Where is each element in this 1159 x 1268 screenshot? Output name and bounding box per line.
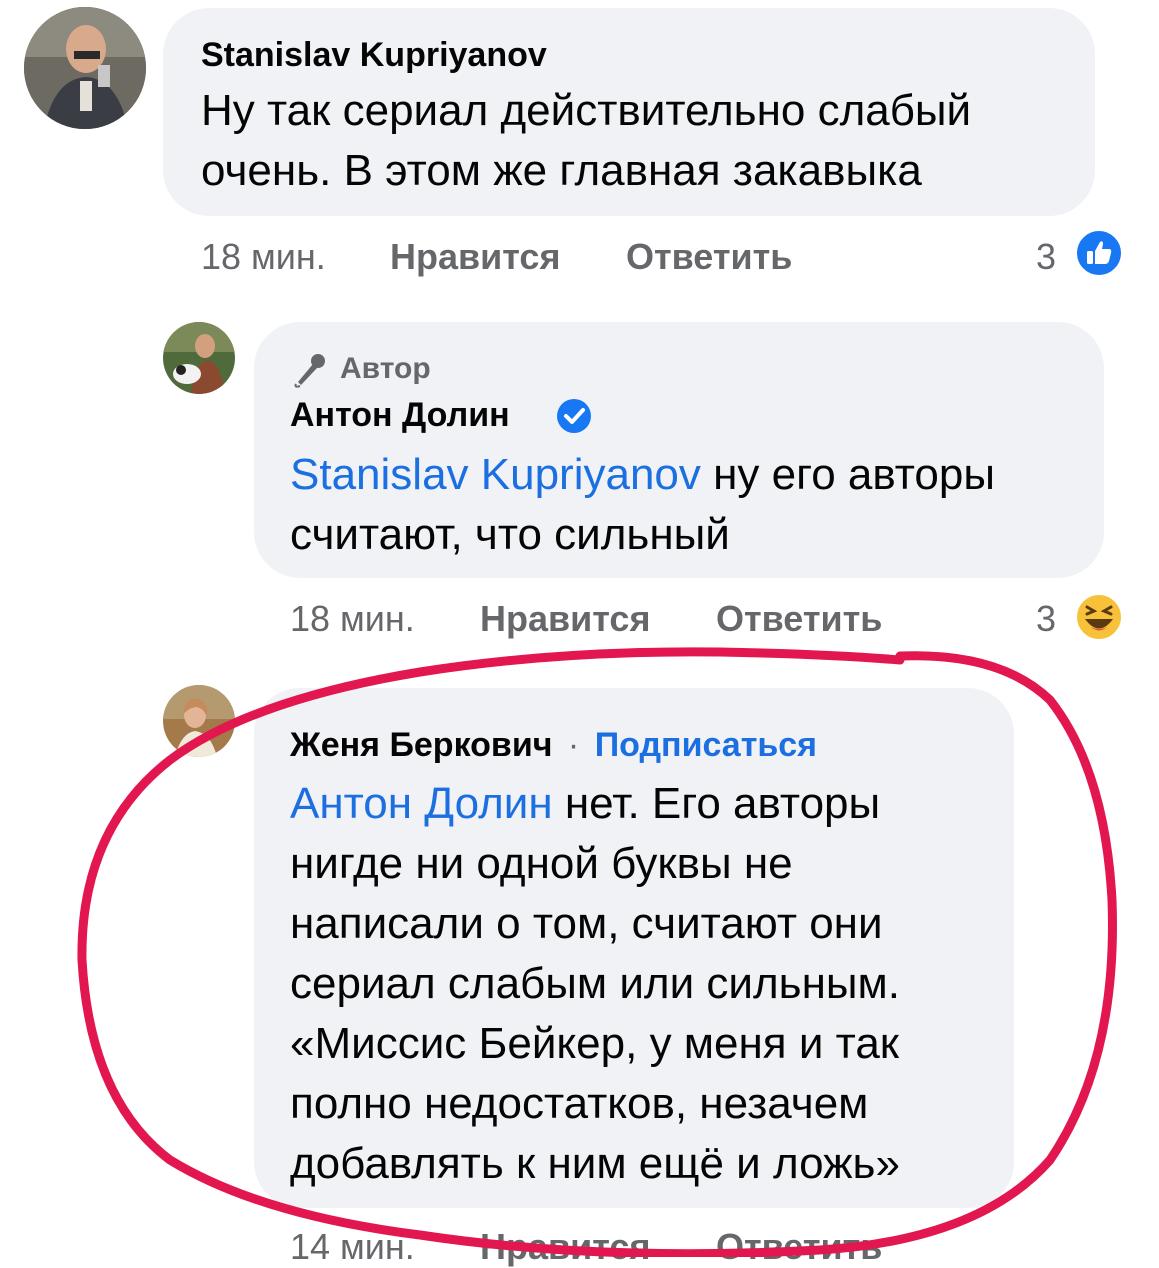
comment-timestamp[interactable]: 18 мин. [201,236,326,278]
comment-text-line: считают, что сильный [290,510,730,559]
avatar[interactable] [163,322,235,394]
comment-text-line: написали о том, считают они [290,899,883,948]
comment-text-line: Ну так сериал действительно слабый [201,86,972,135]
author-badge-label: Автор [340,352,431,385]
comment-text-line: «Миссис Бейкер, у меня и так [290,1019,900,1068]
comment-text-line: очень. В этом же главная закавыка [201,146,922,195]
comment-text-line: полно недостатков, незачем [290,1079,869,1128]
follow-button[interactable]: Подписаться [595,726,817,764]
comment-author[interactable]: Женя Беркович [290,726,552,764]
haha-icon[interactable] [1074,592,1124,642]
comment-text-line: нигде ни одной буквы не [290,839,793,888]
comment-text-line: Stanislav Kupriyanov ну его авторы [290,445,995,505]
like-button[interactable]: Нравится [480,1226,650,1268]
comment-text: нет. Его авторы [552,779,881,828]
like-button[interactable]: Нравится [390,236,560,278]
avatar[interactable] [24,7,146,129]
comment-timestamp[interactable]: 14 мин. [290,1226,415,1268]
reaction-count[interactable]: 3 [1036,598,1056,640]
comment-text-line: сериал слабым или сильным. [290,959,900,1008]
reply-button[interactable]: Ответить [626,236,792,278]
comment-author[interactable]: Stanislav Kupriyanov [201,36,547,75]
reply-button[interactable]: Ответить [716,1226,882,1268]
comment-author[interactable]: Антон Долин [290,396,510,435]
like-icon[interactable] [1074,228,1124,278]
comment-text: ну его авторы [700,450,995,499]
avatar[interactable] [163,685,235,757]
reply-button[interactable]: Ответить [716,598,882,640]
comment-text-line: добавлять к ним ещё и ложь» [290,1139,900,1188]
mention-link[interactable]: Stanislav Kupriyanov [290,450,701,499]
microphone-icon [290,350,330,390]
comment-timestamp[interactable]: 18 мин. [290,598,415,640]
separator-dot: · [567,726,580,764]
reaction-count[interactable]: 3 [1036,236,1056,278]
comment-text-line: Антон Долин нет. Его авторы [290,774,880,834]
comment-header: Женя Беркович · Подписаться [290,726,817,765]
like-button[interactable]: Нравится [480,598,650,640]
mention-link[interactable]: Антон Долин [290,779,553,828]
verified-badge-icon [555,397,593,435]
